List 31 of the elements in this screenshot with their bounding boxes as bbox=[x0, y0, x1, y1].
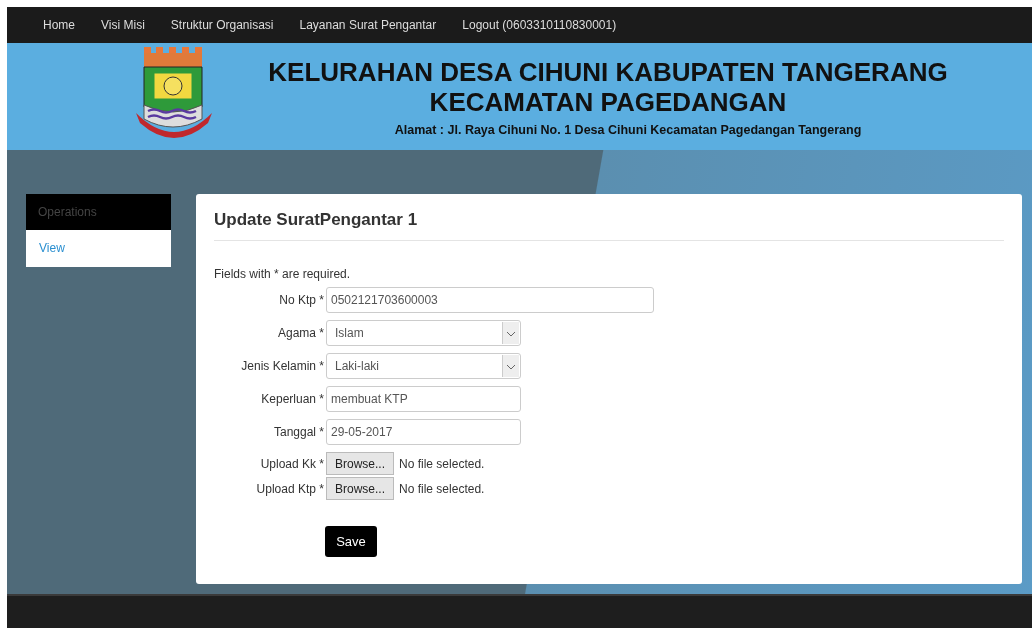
field-label: Upload Ktp * bbox=[255, 481, 325, 496]
nav-link[interactable]: Struktur Organisasi bbox=[157, 18, 287, 32]
dropdown-caret-icon bbox=[502, 355, 519, 377]
nav-link[interactable]: Visi Misi bbox=[88, 18, 158, 32]
dropdown-field[interactable]: Laki-laki bbox=[326, 353, 521, 379]
text-field[interactable]: 29-05-2017 bbox=[326, 419, 521, 445]
address-text: Alamat : Jl. Raya Cihuni No. 1 Desa Cihuni Kecamatan Pagedangan Tangerang bbox=[393, 123, 862, 137]
sidebar-link[interactable]: View bbox=[26, 230, 171, 267]
site-title: KELURAHAN DESA CIHUNI KABUPATEN TANGERANG bbox=[268, 57, 948, 87]
text-field[interactable]: 0502121703600003 bbox=[326, 287, 654, 313]
dropdown-caret-icon bbox=[502, 322, 519, 344]
field-label: Upload Kk * bbox=[259, 456, 325, 471]
field-label: Jenis Kelamin * bbox=[240, 359, 325, 373]
field-label: No Ktp * bbox=[278, 293, 325, 307]
nav-link[interactable]: Logout (0603310110830001) bbox=[449, 18, 630, 32]
file-status: No file selected. bbox=[399, 456, 485, 471]
required-note: Fields with * are required. bbox=[214, 267, 352, 281]
form-title: Update SuratPengantar 1 bbox=[214, 210, 1004, 241]
dropdown-field[interactable]: Islam bbox=[326, 320, 521, 346]
field-label: Tanggal * bbox=[272, 425, 325, 439]
file-status: No file selected. bbox=[399, 481, 485, 496]
nav-link[interactable]: Layanan Surat Pengantar bbox=[286, 18, 450, 32]
browse-button[interactable]: Browse... bbox=[326, 452, 394, 475]
field-label: Keperluan * bbox=[260, 392, 325, 406]
nav-link[interactable]: Home bbox=[30, 18, 88, 32]
text-field[interactable]: membuat KTP bbox=[326, 386, 521, 412]
field-label: Agama * bbox=[276, 326, 325, 340]
browse-button[interactable]: Browse... bbox=[326, 477, 394, 500]
save-button[interactable]: Save bbox=[325, 526, 377, 557]
panel-heading: Operations bbox=[26, 194, 171, 230]
site-subtitle: KECAMATAN PAGEDANGAN bbox=[429, 87, 787, 117]
